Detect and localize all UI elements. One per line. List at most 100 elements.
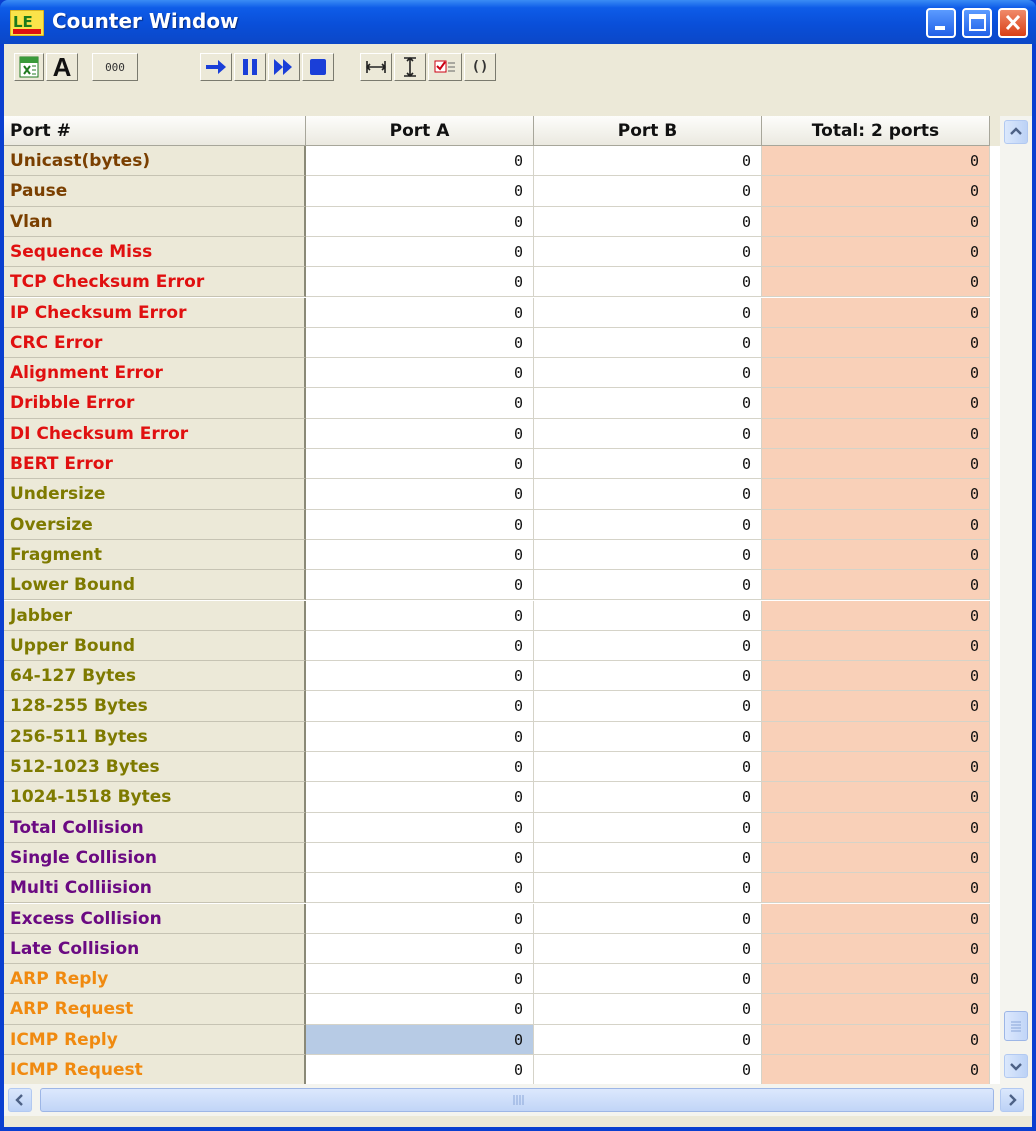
port-b-cell[interactable]: 0 [534, 933, 762, 965]
total-cell[interactable]: 0 [762, 206, 990, 237]
port-a-cell[interactable]: 0 [306, 721, 534, 752]
font-button[interactable]: A [46, 53, 78, 81]
total-cell[interactable]: 0 [762, 933, 990, 965]
table-row[interactable]: IP Checksum Error 0 0 0 [4, 297, 1000, 328]
total-cell[interactable]: 0 [762, 358, 990, 389]
port-a-cell[interactable]: 0 [306, 146, 534, 177]
column-header-port[interactable]: Port # [4, 116, 306, 146]
table-row[interactable]: CRC Error 0 0 0 [4, 327, 1000, 359]
total-cell[interactable]: 0 [762, 964, 990, 995]
port-b-cell[interactable]: 0 [534, 267, 762, 298]
port-b-cell[interactable]: 0 [534, 812, 762, 843]
table-row[interactable]: DI Checksum Error 0 0 0 [4, 418, 1000, 449]
total-cell[interactable]: 0 [762, 994, 990, 1025]
port-a-cell[interactable]: 0 [306, 297, 534, 328]
port-b-cell[interactable]: 0 [534, 570, 762, 601]
table-row[interactable]: Jabber 0 0 0 [4, 600, 1000, 631]
port-a-cell[interactable]: 0 [306, 449, 534, 480]
port-a-cell[interactable]: 0 [306, 1055, 534, 1084]
port-b-cell[interactable]: 0 [534, 1024, 762, 1055]
port-a-cell[interactable]: 0 [306, 964, 534, 995]
table-row[interactable]: Dribble Error 0 0 0 [4, 388, 1000, 419]
horizontal-scrollbar[interactable] [4, 1084, 1032, 1116]
port-b-cell[interactable]: 0 [534, 661, 762, 692]
horizontal-scroll-thumb[interactable] [40, 1088, 994, 1112]
port-b-cell[interactable]: 0 [534, 539, 762, 571]
total-cell[interactable]: 0 [762, 267, 990, 298]
port-a-cell[interactable]: 0 [306, 873, 534, 904]
port-a-cell[interactable]: 0 [306, 812, 534, 843]
port-b-cell[interactable]: 0 [534, 691, 762, 722]
port-b-cell[interactable]: 0 [534, 449, 762, 480]
port-a-cell[interactable]: 0 [306, 327, 534, 359]
port-a-cell[interactable]: 0 [306, 630, 534, 662]
port-b-cell[interactable]: 0 [534, 1055, 762, 1084]
pause-button[interactable] [234, 53, 266, 81]
vertical-scrollbar[interactable] [1000, 116, 1032, 1084]
port-b-cell[interactable]: 0 [534, 873, 762, 904]
total-cell[interactable]: 0 [762, 509, 990, 540]
table-row[interactable]: Multi Colliision 0 0 0 [4, 873, 1000, 904]
total-cell[interactable]: 0 [762, 630, 990, 662]
table-row[interactable]: 64-127 Bytes 0 0 0 [4, 661, 1000, 692]
port-b-cell[interactable]: 0 [534, 388, 762, 419]
port-b-cell[interactable]: 0 [534, 782, 762, 813]
table-row[interactable]: 256-511 Bytes 0 0 0 [4, 721, 1000, 752]
fast-forward-button[interactable] [268, 53, 300, 81]
table-row[interactable]: Alignment Error 0 0 0 [4, 358, 1000, 389]
port-b-cell[interactable]: 0 [534, 479, 762, 510]
select-counters-button[interactable] [428, 53, 462, 81]
column-header-port-b[interactable]: Port B [534, 116, 762, 146]
table-row[interactable]: ICMP Request 0 0 0 [4, 1055, 1000, 1084]
maximize-button[interactable] [962, 8, 992, 38]
table-row[interactable]: Upper Bound 0 0 0 [4, 630, 1000, 662]
port-b-cell[interactable]: 0 [534, 176, 762, 207]
total-cell[interactable]: 0 [762, 812, 990, 843]
total-cell[interactable]: 0 [762, 539, 990, 571]
table-row[interactable]: BERT Error 0 0 0 [4, 449, 1000, 480]
table-row[interactable]: ARP Reply 0 0 0 [4, 964, 1000, 995]
column-header-total[interactable]: Total: 2 ports [762, 116, 990, 146]
port-a-cell[interactable]: 0 [306, 509, 534, 540]
total-cell[interactable]: 0 [762, 388, 990, 419]
close-button[interactable] [998, 8, 1028, 38]
total-cell[interactable]: 0 [762, 873, 990, 904]
port-a-cell[interactable]: 0 [306, 600, 534, 631]
port-a-cell[interactable]: 0 [306, 539, 534, 571]
scroll-right-button[interactable] [1000, 1088, 1024, 1112]
port-a-cell[interactable]: 0 [306, 1024, 534, 1055]
port-a-cell[interactable]: 0 [306, 782, 534, 813]
table-row[interactable]: Excess Collision 0 0 0 [4, 903, 1000, 934]
scroll-down-button[interactable] [1004, 1054, 1028, 1078]
port-a-cell[interactable]: 0 [306, 903, 534, 934]
port-b-cell[interactable]: 0 [534, 236, 762, 268]
port-b-cell[interactable]: 0 [534, 358, 762, 389]
port-b-cell[interactable]: 0 [534, 206, 762, 237]
port-b-cell[interactable]: 0 [534, 964, 762, 995]
total-cell[interactable]: 0 [762, 782, 990, 813]
scroll-up-button[interactable] [1004, 120, 1028, 144]
port-a-cell[interactable]: 0 [306, 236, 534, 268]
port-a-cell[interactable]: 0 [306, 388, 534, 419]
port-b-cell[interactable]: 0 [534, 903, 762, 934]
port-b-cell[interactable]: 0 [534, 509, 762, 540]
total-cell[interactable]: 0 [762, 752, 990, 783]
port-a-cell[interactable]: 0 [306, 267, 534, 298]
table-row[interactable]: Sequence Miss 0 0 0 [4, 236, 1000, 268]
fit-width-button[interactable] [360, 53, 392, 81]
port-b-cell[interactable]: 0 [534, 297, 762, 328]
port-b-cell[interactable]: 0 [534, 146, 762, 177]
total-cell[interactable]: 0 [762, 327, 990, 359]
port-b-cell[interactable]: 0 [534, 630, 762, 662]
column-header-port-a[interactable]: Port A [306, 116, 534, 146]
title-bar[interactable]: LE Counter Window [0, 0, 1036, 44]
table-row[interactable]: Fragment 0 0 0 [4, 539, 1000, 571]
port-a-cell[interactable]: 0 [306, 933, 534, 965]
port-b-cell[interactable]: 0 [534, 327, 762, 359]
table-row[interactable]: ARP Request 0 0 0 [4, 994, 1000, 1025]
port-a-cell[interactable]: 0 [306, 479, 534, 510]
port-a-cell[interactable]: 0 [306, 176, 534, 207]
total-cell[interactable]: 0 [762, 570, 990, 601]
total-cell[interactable]: 0 [762, 1055, 990, 1084]
port-a-cell[interactable]: 0 [306, 691, 534, 722]
